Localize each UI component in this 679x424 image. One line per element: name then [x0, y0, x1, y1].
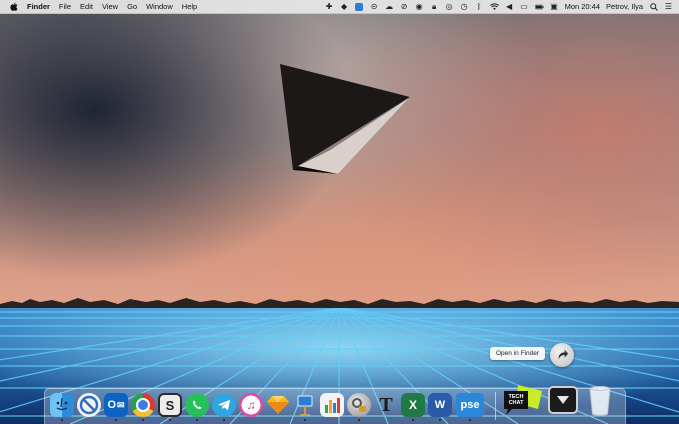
lock-icon[interactable]: 🔒︎	[430, 2, 439, 11]
sketchbook-letter: S	[165, 397, 175, 413]
menu-view[interactable]: View	[102, 2, 118, 11]
numbers-icon[interactable]	[320, 393, 344, 417]
sketch-icon[interactable]	[266, 393, 290, 417]
word-letter: W	[434, 399, 446, 411]
sketchbook-running-indicator	[169, 419, 171, 421]
dropbox-icon[interactable]: ◆	[340, 2, 349, 11]
time-machine-icon[interactable]: ◷	[460, 2, 469, 11]
excel-letter: X	[408, 398, 417, 412]
app-menu-icon[interactable]: ▣	[550, 2, 559, 11]
whatsapp-running-indicator	[196, 419, 198, 421]
menu-clock[interactable]: Mon 20:44	[565, 2, 600, 11]
puzzle-icon[interactable]: ✚	[325, 2, 334, 11]
keychain-running-indicator	[358, 419, 360, 421]
display-icon[interactable]: ▭	[520, 2, 529, 11]
cloud-sync-icon[interactable]: ☁	[385, 2, 394, 11]
telegram-running-indicator	[223, 419, 225, 421]
pse-running-indicator	[469, 419, 471, 421]
tech-chat-folder-icon[interactable]: TECH CHAT	[502, 383, 542, 417]
excel-running-indicator	[412, 419, 414, 421]
menu-bar-right: ✚ ◆ ⊝ ☁ ⊘ ◉ 🔒︎ ◎ ◷ ᛒ ◀︎ ▭ ▣ Mon 20:44 Pe…	[325, 2, 679, 11]
menu-edit[interactable]: Edit	[80, 2, 93, 11]
word-running-indicator	[439, 419, 441, 421]
chrome-icon[interactable]	[131, 393, 155, 417]
sketchbook-icon[interactable]: S	[158, 393, 182, 417]
menu-bar-left: Finder File Edit View Go Window Help	[0, 2, 197, 12]
menu-go[interactable]: Go	[127, 2, 137, 11]
tech-chat-line2: CHAT	[508, 400, 524, 406]
link-icon[interactable]: ⊝	[370, 2, 379, 11]
open-in-finder-tooltip: Open in Finder	[490, 347, 545, 360]
menu-bar: Finder File Edit View Go Window Help ✚ ◆…	[0, 0, 679, 14]
outlook-icon[interactable]: O ✉︎	[104, 393, 128, 417]
skype-icon[interactable]	[355, 2, 364, 11]
notification-center-icon[interactable]: ☰	[664, 2, 673, 11]
open-in-finder-button[interactable]	[550, 343, 574, 367]
apple-icon[interactable]	[9, 2, 18, 12]
battery-icon[interactable]	[534, 2, 544, 11]
bluetooth-icon[interactable]: ᛒ	[475, 2, 484, 11]
itunes-icon[interactable]: ♫	[239, 393, 263, 417]
spotlight-search-icon[interactable]	[649, 2, 658, 11]
finder-icon[interactable]	[50, 393, 74, 417]
outlook-running-indicator	[115, 419, 117, 421]
keychain-icon[interactable]	[347, 393, 371, 417]
word-icon[interactable]: W	[428, 393, 452, 417]
chrome-running-indicator	[142, 419, 144, 421]
menu-window[interactable]: Window	[146, 2, 173, 11]
eye-icon[interactable]: ◉	[415, 2, 424, 11]
blocker-app-icon[interactable]	[77, 393, 101, 417]
volume-icon[interactable]: ◀︎	[505, 2, 514, 11]
font-app-letter: T	[379, 393, 393, 416]
downloads-stack-icon[interactable]	[548, 386, 578, 414]
block-icon[interactable]: ⊘	[400, 2, 409, 11]
excel-icon[interactable]: X	[401, 393, 425, 417]
menu-file[interactable]: File	[59, 2, 71, 11]
font-app-icon[interactable]: T	[374, 393, 398, 417]
finder-running-indicator	[61, 419, 63, 421]
pse-label: pse	[460, 399, 480, 411]
curved-arrow-icon	[558, 349, 569, 360]
tooltip-text: Open in Finder	[496, 350, 539, 357]
dock-separator	[495, 392, 496, 420]
trash-icon[interactable]	[588, 386, 612, 416]
photoshop-elements-icon[interactable]: pse	[456, 393, 484, 417]
outlook-letter: O	[107, 399, 116, 411]
whatsapp-icon[interactable]	[185, 393, 209, 417]
keynote-icon[interactable]	[293, 393, 317, 417]
pyramid-artwork	[280, 64, 410, 174]
menu-app-name[interactable]: Finder	[27, 2, 50, 11]
menu-user[interactable]: Petrov, Ilya	[606, 2, 643, 11]
wifi-icon[interactable]	[489, 2, 499, 11]
keynote-running-indicator	[304, 419, 306, 421]
desktop-wallpaper	[0, 0, 679, 424]
circle-app-icon[interactable]: ◎	[445, 2, 454, 11]
telegram-icon[interactable]	[212, 393, 236, 417]
menu-help[interactable]: Help	[182, 2, 197, 11]
